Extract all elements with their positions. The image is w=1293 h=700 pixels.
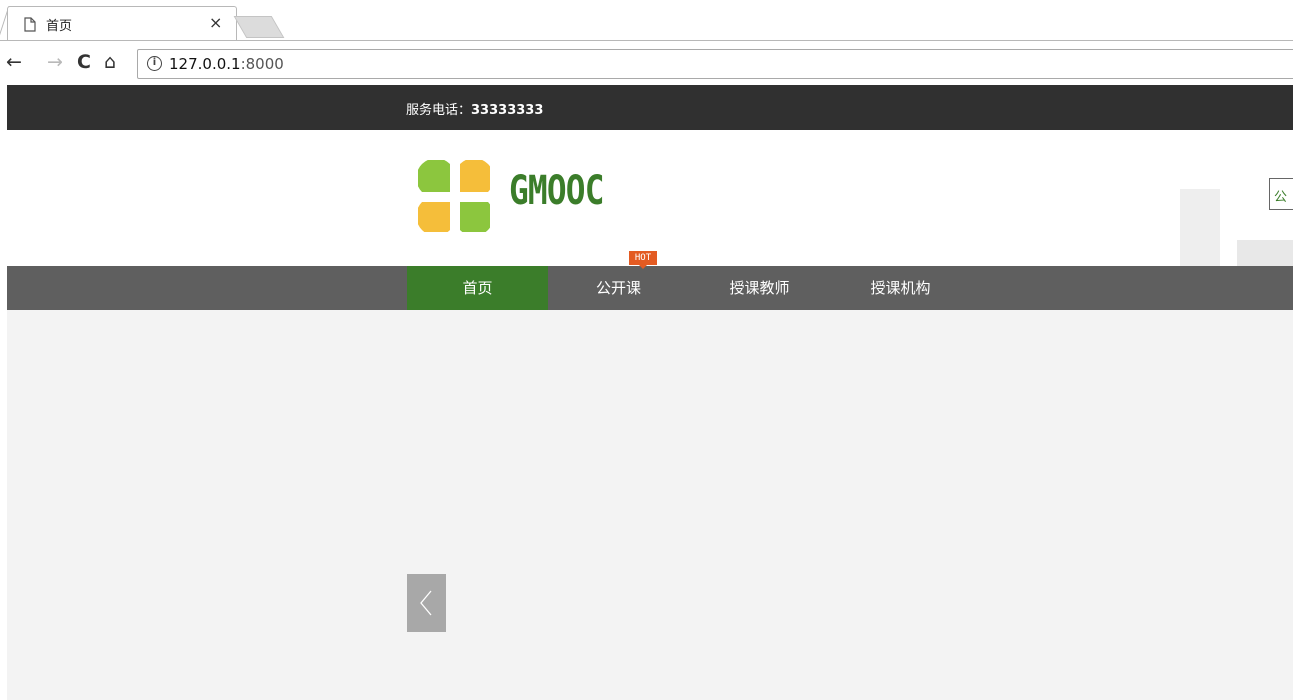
back-icon[interactable]: ←	[6, 51, 22, 73]
nav-item-organizations[interactable]: 授课机构	[830, 266, 971, 310]
forward-icon[interactable]: →	[47, 51, 63, 73]
reload-icon[interactable]: C	[77, 51, 91, 73]
address-host: 127.0.0.1	[169, 55, 241, 73]
tab-title: 首页	[46, 19, 73, 34]
new-tab-button[interactable]	[233, 16, 285, 38]
browser-tab[interactable]	[7, 6, 237, 40]
nav-item-open-courses[interactable]: 公开课	[548, 266, 689, 310]
tab-strip: 首页 ×	[0, 0, 1293, 41]
chevron-left-icon	[420, 590, 432, 616]
tab-close-icon[interactable]: ×	[209, 13, 222, 32]
browser-toolbar: ← → C ⌂ i 127.0.0.1:8000	[0, 41, 1293, 85]
logo-icon[interactable]	[418, 160, 490, 232]
nav-item-teachers[interactable]: 授课教师	[689, 266, 830, 310]
web-page: 服务电话：33333333 GMOOC 公 首页 公开课 授课教师 授课机构 H…	[7, 85, 1293, 700]
header-right-button[interactable]: 公	[1269, 178, 1293, 210]
service-label: 服务电话：	[406, 103, 472, 118]
carousel-prev-button[interactable]	[407, 574, 446, 632]
site-header: GMOOC 公	[7, 130, 1293, 266]
service-phone-number: 33333333	[471, 103, 544, 118]
brand-name[interactable]: GMOOC	[509, 168, 604, 214]
address-bar[interactable]: i 127.0.0.1:8000	[137, 49, 1293, 79]
banner-carousel	[7, 310, 1293, 700]
address-port: :8000	[240, 55, 284, 73]
header-background-shape	[1237, 240, 1293, 266]
info-icon[interactable]: i	[147, 56, 162, 71]
document-icon	[24, 17, 36, 32]
top-service-bar: 服务电话：33333333	[7, 85, 1293, 130]
home-icon[interactable]: ⌂	[104, 51, 116, 73]
browser-chrome: 首页 × ← → C ⌂ i 127.0.0.1:8000	[0, 0, 1293, 85]
main-nav: 首页 公开课 授课教师 授课机构	[7, 266, 1293, 310]
service-phone-text: 服务电话：33333333	[406, 99, 543, 118]
hot-badge: HOT	[629, 251, 657, 269]
header-background-shape	[1180, 189, 1220, 266]
address-text[interactable]: 127.0.0.1:8000	[169, 55, 284, 73]
nav-item-home[interactable]: 首页	[407, 266, 548, 310]
